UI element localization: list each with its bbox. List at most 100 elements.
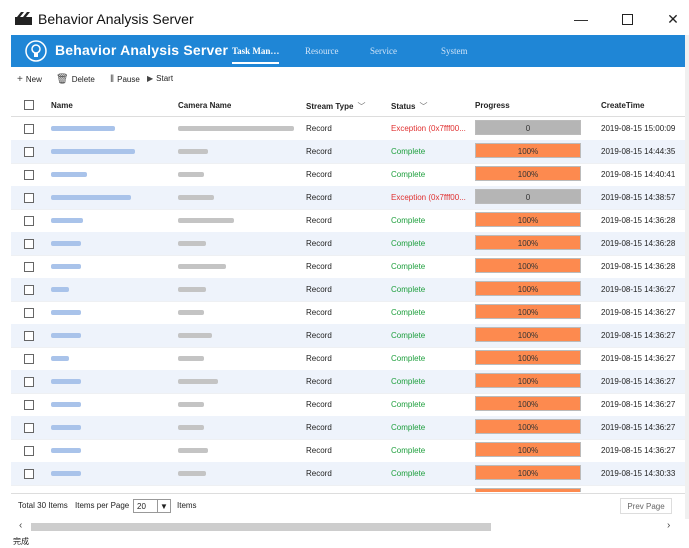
table-row[interactable]: Record Complete 100% 2019-08-15 14:36:28 [11,232,685,256]
table-header: Name Camera Name Stream Type ﹀ Status ﹀ Pr… [11,94,685,117]
table-row[interactable]: Record Complete 100% 2019-08-15 14:36:27 [11,324,685,348]
select-all-checkbox[interactable] [24,100,34,110]
close-button[interactable]: ✕ [658,6,688,32]
status-text: Complete [391,262,426,271]
horizontal-scrollbar[interactable]: ‹ › [11,520,685,534]
scroll-left-icon[interactable]: ‹ [19,520,22,531]
row-checkbox[interactable] [24,423,34,433]
row-checkbox[interactable] [24,354,34,364]
table-row[interactable]: Record Complete 100% 2019-08-15 14:36:27 [11,439,685,463]
table-row[interactable]: Record Complete 100% 2019-08-15 14:36:27 [11,278,685,302]
row-checkbox[interactable] [24,446,34,456]
pause-button[interactable]: ‖ Pause [110,74,140,85]
table-row[interactable]: Record Exception (0x7fff00... 0 2019-08-15 … [11,186,685,210]
table-row[interactable]: Record Complete 100% 2019-08-15 14:36:27 [11,416,685,440]
redacted-name [51,241,81,246]
row-checkbox[interactable] [24,239,34,249]
progress-value: 100% [517,239,539,248]
table-row[interactable]: Record Complete 100% 2019-08-15 14:36:27 [11,370,685,394]
minimize-button[interactable]: — [566,6,596,32]
row-checkbox[interactable] [24,469,34,479]
column-status-label: Status [391,102,416,111]
chevron-down-icon[interactable]: ▼ [157,500,170,512]
delete-button[interactable]: 🗑 Delete [56,74,95,85]
row-checkbox[interactable] [24,262,34,272]
items-per-page-select[interactable]: 20 ▼ [133,499,171,513]
scroll-right-icon[interactable]: › [667,520,670,531]
table-row[interactable]: Record Complete 100% 2019-08-15 14:44:35 [11,140,685,164]
redacted-camera-name [178,287,206,292]
table-row[interactable]: Record Complete 100% 2019-08-15 14:36:27 [11,301,685,325]
progress-bar: 100% [475,304,581,319]
row-checkbox[interactable] [24,216,34,226]
table-row[interactable]: RecordComplete100%2019-08-15 14:30:33 [11,462,685,486]
row-checkbox[interactable] [24,400,34,410]
tab-task-management[interactable]: Task Man… [232,46,280,64]
create-time: 2019-08-15 14:36:28 [601,262,676,271]
column-progress[interactable]: Progress [475,101,510,110]
row-checkbox[interactable] [24,147,34,157]
create-time: 2019-08-15 14:36:27 [601,331,676,340]
row-checkbox[interactable] [24,193,34,203]
chevron-down-icon[interactable]: ﹀ [419,102,427,111]
prev-page-button[interactable]: Prev Page [620,498,672,514]
vertical-scrollbar[interactable] [685,35,689,519]
redacted-camera-name [178,218,234,223]
column-name[interactable]: Name [51,101,73,110]
create-time: 2019-08-15 14:30:33 [601,469,676,478]
table-row[interactable]: Record Exception (0x7fff00... 0 2019-08-15 … [11,117,685,141]
table-row[interactable]: RecordComplete100%2019-08-15 14:30:33 [11,485,685,492]
chevron-down-icon[interactable]: ﹀ [357,102,365,111]
app-header: Behavior Analysis Server Task Man… Resou… [11,35,685,67]
table-row[interactable]: Record Complete 100% 2019-08-15 14:36:27 [11,393,685,417]
row-checkbox[interactable] [24,170,34,180]
stream-type: Record [306,147,332,156]
table-row[interactable]: Record Complete 100% 2019-08-15 14:36:27 [11,347,685,371]
status-text: Complete [391,239,426,248]
start-button[interactable]: ▶ Start [147,74,173,83]
maximize-button[interactable] [612,6,642,32]
tab-resource[interactable]: Resource [305,46,339,56]
column-create-time[interactable]: CreateTime [601,101,644,110]
redacted-name [51,218,83,223]
column-status[interactable]: Status ﹀ [391,101,427,112]
progress-value: 100% [517,147,539,156]
table-row[interactable]: Record Complete 100% 2019-08-15 14:36:28 [11,209,685,233]
progress-value: 0 [525,124,531,133]
tab-system[interactable]: System [441,46,468,56]
stream-type: Record [306,285,332,294]
progress-value: 100% [517,354,539,363]
items-per-page-label: Items per Page [75,501,130,510]
table-row[interactable]: Record Complete 100% 2019-08-15 14:40:41 [11,163,685,187]
redacted-name [51,310,81,315]
stream-type: Record [306,124,332,133]
progress-value: 100% [517,331,539,340]
progress-bar: 100% [475,350,581,365]
redacted-camera-name [178,241,206,246]
stream-type: Record [306,239,332,248]
new-button[interactable]: + New [17,74,42,85]
redacted-camera-name [178,379,218,384]
row-checkbox[interactable] [24,124,34,134]
column-stream-type-label: Stream Type [306,102,354,111]
items-per-page-value: 20 [137,502,146,511]
status-text: Complete [391,308,426,317]
delete-label: Delete [71,75,95,84]
table-row[interactable]: Record Complete 100% 2019-08-15 14:36:28 [11,255,685,279]
total-items: Total 30 Items [18,501,68,510]
redacted-camera-name [178,126,294,131]
tab-service[interactable]: Service [370,46,397,56]
progress-value: 100% [517,262,539,271]
row-checkbox[interactable] [24,331,34,341]
row-checkbox[interactable] [24,377,34,387]
create-time: 2019-08-15 14:38:57 [601,193,676,202]
row-checkbox[interactable] [24,285,34,295]
column-camera-name[interactable]: Camera Name [178,101,231,110]
progress-value: 100% [517,423,539,432]
redacted-name [51,287,69,292]
row-checkbox[interactable] [24,308,34,318]
scrollbar-thumb[interactable] [31,523,491,531]
column-stream-type[interactable]: Stream Type ﹀ [306,101,365,112]
redacted-name [51,195,131,200]
progress-bar: 100% [475,396,581,411]
